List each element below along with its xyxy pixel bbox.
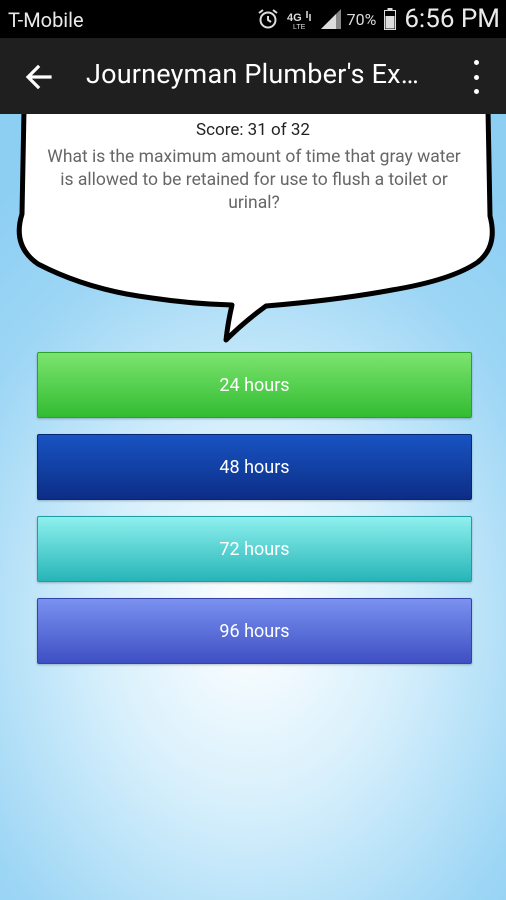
lte-icon: 4G LTE: [287, 8, 313, 30]
app-bar: Journeyman Plumber's Ex…: [0, 38, 506, 114]
answer-label: 24 hours: [219, 374, 290, 396]
carrier-label: T-Mobile: [8, 8, 84, 32]
answer-button-4[interactable]: 96 hours: [37, 598, 472, 664]
answer-button-3[interactable]: 72 hours: [37, 516, 472, 582]
page-title: Journeyman Plumber's Ex…: [86, 58, 420, 90]
clock: 6:56 PM: [404, 4, 500, 34]
question-text: What is the maximum amount of time that …: [47, 147, 461, 213]
status-icons: 4G LTE 70% 6:56 PM: [249, 4, 500, 34]
signal-icon: [320, 9, 341, 29]
battery-icon: [384, 8, 397, 30]
status-bar: T-Mobile 4G LTE 70% 6:56 PM: [0, 0, 506, 38]
overflow-menu-icon[interactable]: [468, 60, 484, 94]
battery-percent: 70%: [346, 9, 377, 29]
answer-button-1[interactable]: 24 hours: [37, 352, 472, 418]
answer-label: 48 hours: [219, 456, 290, 478]
arrow-back-icon[interactable]: [24, 62, 54, 92]
score-label: Score: 31 of 32: [196, 120, 310, 140]
answer-label: 96 hours: [219, 620, 290, 642]
alarm-icon: [257, 8, 279, 30]
svg-text:LTE: LTE: [293, 24, 306, 30]
svg-text:4G: 4G: [287, 12, 302, 24]
answer-label: 72 hours: [219, 538, 290, 560]
answer-button-2[interactable]: 48 hours: [37, 434, 472, 500]
